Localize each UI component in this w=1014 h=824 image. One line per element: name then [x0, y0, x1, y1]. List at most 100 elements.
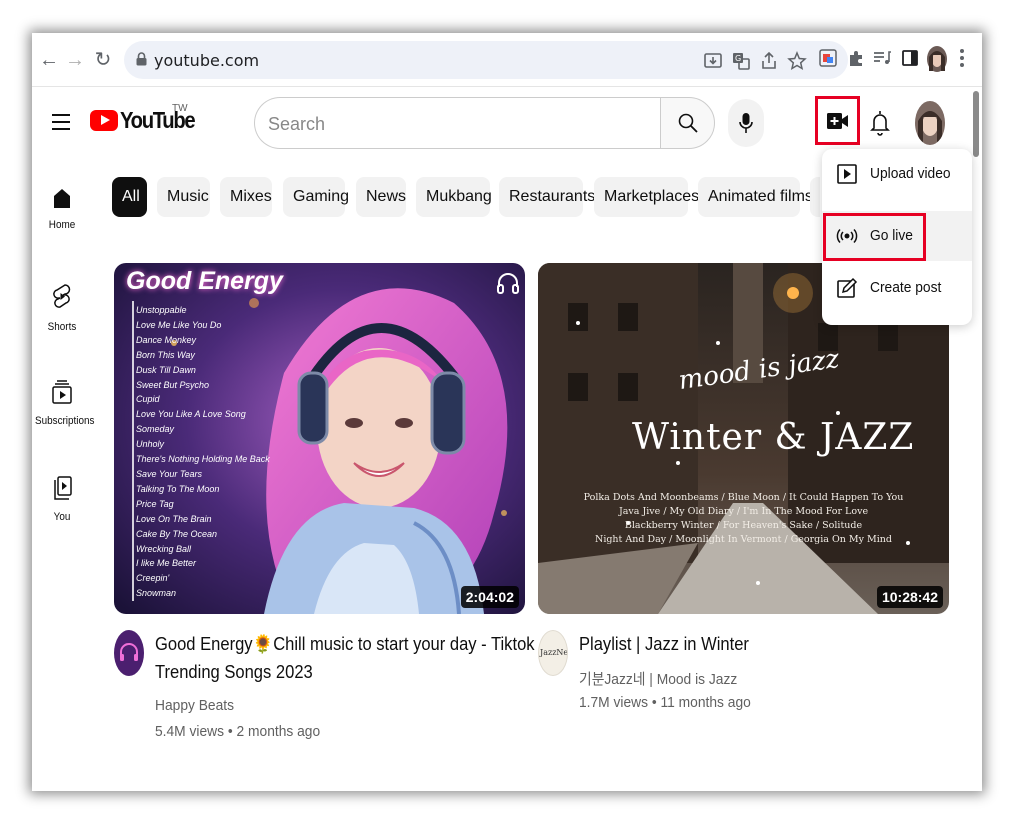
home-icon: [54, 189, 70, 208]
menu-hamburger-icon[interactable]: [52, 114, 70, 130]
thumbnail-song: Love You Like A Love Song: [136, 409, 246, 420]
search-icon: [678, 113, 698, 133]
youtube-play-icon: [90, 110, 118, 131]
address-bar[interactable]: youtube.com G: [124, 41, 848, 79]
chip-music[interactable]: Music: [157, 177, 210, 217]
thumbnail-divider: [132, 301, 134, 601]
video-title-1-line2[interactable]: Trending Songs 2023: [155, 658, 313, 686]
chip-mukbang[interactable]: Mukbang: [416, 177, 492, 217]
subscriptions-icon: [52, 380, 72, 404]
channel-name-1[interactable]: Happy Beats: [155, 697, 234, 714]
thumbnail-song: Born This Way: [136, 349, 195, 360]
profile-avatar-icon[interactable]: [926, 45, 948, 73]
nav-home-label: Home: [48, 219, 76, 231]
lock-icon[interactable]: [136, 52, 147, 66]
account-avatar[interactable]: [915, 101, 945, 145]
menu-label-upload-video: Upload video: [870, 165, 951, 182]
thumbnail-track-line: Polka Dots And Moonbeams / Blue Moon / I…: [583, 492, 904, 503]
menu-label-create-post: Create post: [870, 279, 942, 296]
thumbnail-heading-2: Winter & JAZZ: [632, 417, 915, 458]
thumbnail-track-lines: Polka Dots And Moonbeams / Blue Moon / I…: [538, 491, 949, 547]
thumbnail-song: Sweet But Psycho: [136, 379, 210, 390]
browser-menu-icon[interactable]: [960, 49, 964, 69]
page-scrollbar[interactable]: [973, 91, 979, 157]
nav-you[interactable]: You: [32, 475, 92, 555]
menu-item-create-post[interactable]: Create post: [822, 263, 972, 313]
search-button[interactable]: [660, 97, 715, 149]
menu-item-upload-video[interactable]: Upload video: [822, 149, 972, 199]
video-title-2[interactable]: Playlist | Jazz in Winter: [579, 630, 749, 658]
thumbnail-song: Dance Monkey: [136, 334, 197, 345]
chip-all[interactable]: All: [112, 177, 147, 217]
screenshot-frame: ← → ↻ youtube.com G YouTube TW Search Ho…: [32, 33, 982, 791]
chip-restaurants[interactable]: Restaurants: [499, 177, 595, 217]
upload-video-icon: [837, 164, 857, 184]
forward-icon[interactable]: →: [62, 47, 88, 73]
thumbnail-song-list: Unstoppable Love Me Like You Do Dance Monk…: [136, 303, 270, 601]
notifications-bell-icon[interactable]: [868, 109, 892, 137]
translate-icon[interactable]: G: [730, 50, 752, 72]
search-placeholder: Search: [268, 114, 326, 134]
region-code: TW: [172, 103, 188, 114]
extensions-puzzle-icon[interactable]: [846, 48, 866, 68]
chip-marketplaces[interactable]: Marketplaces: [594, 177, 699, 217]
nav-shorts[interactable]: Shorts: [32, 283, 92, 363]
microphone-icon: [739, 113, 753, 133]
chip-more[interactable]: [810, 177, 820, 217]
channel-avatar-1[interactable]: [114, 630, 144, 676]
url-text: youtube.com: [154, 51, 260, 70]
create-dropdown-menu: Upload video Go live Create post: [822, 149, 972, 325]
thumbnail-song: Snowman: [136, 588, 177, 599]
browser-toolbar: ← → ↻ youtube.com G: [32, 33, 982, 87]
thumbnail-song: Save Your Tears: [136, 468, 203, 479]
voice-search-button[interactable]: [728, 99, 764, 147]
thumbnail-song: Price Tag: [136, 498, 174, 509]
create-video-icon: [827, 113, 848, 129]
thumbnail-song: Dusk Till Dawn: [136, 364, 196, 375]
svg-text:G: G: [735, 54, 741, 63]
thumbnail-song: Unstoppable: [136, 305, 187, 315]
nav-shorts-label: Shorts: [47, 321, 77, 333]
thumbnail-song: Creepin': [136, 573, 170, 584]
create-button[interactable]: [815, 96, 860, 145]
channel-avatar-2[interactable]: JazzNe: [538, 630, 568, 676]
thumbnail-song: There's Nothing Holding Me Back: [136, 454, 270, 465]
thumbnail-song: Someday: [136, 424, 175, 435]
reading-list-icon[interactable]: [872, 48, 892, 68]
video-stats-2: 1.7M views • 11 months ago: [579, 694, 751, 711]
create-post-icon: [837, 277, 858, 298]
thumbnail-track-line: Blackberry Winter / For Heaven's Sake / …: [624, 520, 863, 531]
video-duration-1: 2:04:02: [460, 586, 519, 608]
share-icon[interactable]: [758, 50, 780, 72]
chip-news[interactable]: News: [356, 177, 406, 217]
thumbnail-song: Love Me Like You Do: [136, 319, 222, 330]
video-title-1-line1[interactable]: Good Energy🌻Chill music to start your da…: [155, 630, 535, 658]
thumbnail-song: Wrecking Ball: [136, 543, 192, 554]
thumbnail-heading-1: Good Energy: [126, 267, 283, 295]
chip-animated-films[interactable]: Animated films: [698, 177, 813, 217]
you-icon: [54, 476, 72, 500]
chip-mixes[interactable]: Mixes: [220, 177, 272, 217]
back-icon[interactable]: ←: [36, 47, 62, 73]
extension-pdf-icon[interactable]: [818, 48, 838, 68]
video-stats-1: 5.4M views • 2 months ago: [155, 723, 321, 740]
side-panel-icon[interactable]: [900, 48, 920, 68]
channel-avatar-2-text: JazzNe: [540, 648, 568, 657]
video-thumbnail-1[interactable]: Good Energy Unstoppable Love Me Like You …: [114, 263, 525, 614]
go-live-highlight: [823, 213, 926, 261]
nav-home[interactable]: Home: [32, 187, 92, 267]
thumbnail-song: Talking To The Moon: [136, 483, 220, 494]
bookmark-star-icon[interactable]: [786, 50, 808, 72]
nav-subscriptions[interactable]: Subscriptions: [32, 379, 95, 459]
chip-gaming[interactable]: Gaming: [283, 177, 349, 217]
thumbnail-song: Cake By The Ocean: [136, 528, 218, 539]
thumbnail-song: I like Me Better: [136, 558, 197, 569]
thumbnail-song: Unholy: [136, 439, 165, 450]
reload-icon[interactable]: ↻: [90, 47, 116, 73]
thumbnail-song: Cupid: [136, 394, 160, 405]
search-input[interactable]: Search: [254, 97, 660, 149]
video-duration-2: 10:28:42: [876, 586, 943, 608]
nav-subscriptions-label: Subscriptions: [35, 415, 95, 427]
channel-name-2[interactable]: 기분Jazz네 | Mood is Jazz: [579, 668, 737, 689]
install-app-icon[interactable]: [702, 50, 724, 72]
